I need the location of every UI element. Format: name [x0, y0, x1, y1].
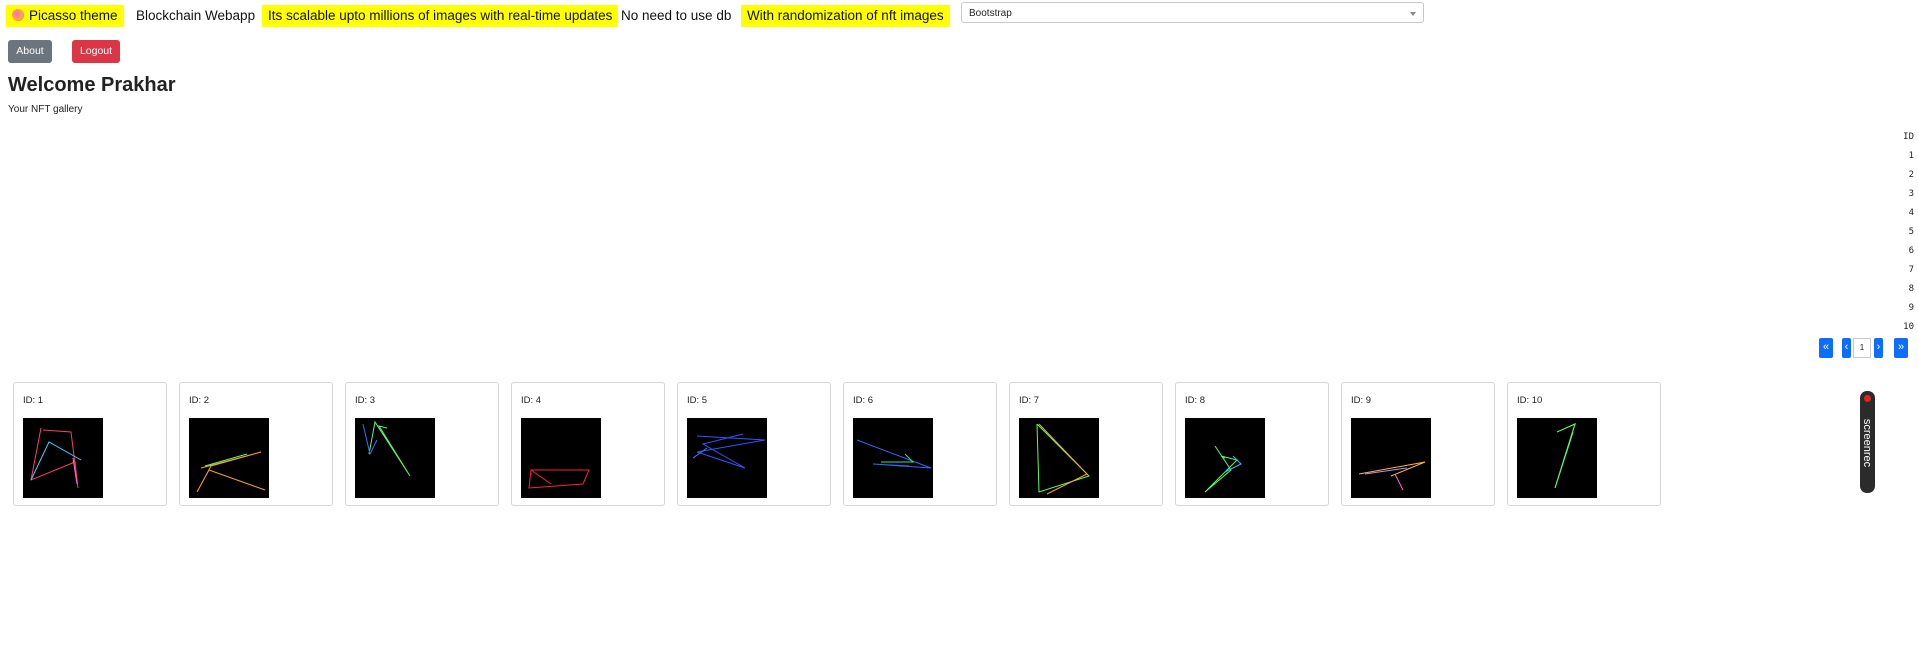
header-item-scalable: Its scalable upto millions of images wit… — [262, 5, 619, 27]
nft-card-id: ID: 9 — [1351, 395, 1372, 406]
nft-card-id: ID: 6 — [853, 395, 874, 406]
nft-image — [1517, 418, 1597, 498]
nft-card[interactable]: ID: 9 — [1341, 382, 1495, 506]
id-cell: 3 — [1908, 189, 1914, 199]
last-page-button[interactable]: » — [1894, 338, 1908, 358]
nft-image — [355, 418, 435, 498]
header-item-randomization: With randomization of nft images — [741, 5, 950, 27]
nft-image — [1185, 418, 1265, 498]
screenrec-brand: screenrec — [1861, 418, 1873, 468]
id-cell: 1 — [1908, 151, 1914, 161]
nft-card[interactable]: ID: 3 — [345, 382, 499, 506]
chevron-down-icon — [1410, 12, 1416, 16]
page-subtitle: Your NFT gallery — [8, 104, 83, 115]
nft-card-id: ID: 8 — [1185, 395, 1206, 406]
prev-page-button[interactable]: ‹ — [1842, 338, 1851, 358]
id-cell: 8 — [1908, 284, 1914, 294]
id-cell: 5 — [1908, 227, 1914, 237]
nft-image — [521, 418, 601, 498]
theme-select-value: Bootstrap — [969, 8, 1012, 19]
id-column: ID 1 2 3 4 5 6 7 8 9 10 — [1888, 128, 1914, 337]
id-cell: 10 — [1903, 322, 1914, 332]
id-cell: 9 — [1908, 303, 1914, 313]
header-item-no-db: No need to use db — [621, 8, 732, 23]
id-cell: 2 — [1908, 170, 1914, 180]
about-button[interactable]: About — [8, 40, 52, 63]
nft-card[interactable]: ID: 8 — [1175, 382, 1329, 506]
theme-select[interactable]: Bootstrap — [961, 2, 1424, 23]
nft-image — [189, 418, 269, 498]
header-item-label: Picasso theme — [29, 8, 118, 23]
record-icon — [1864, 395, 1871, 402]
nft-card[interactable]: ID: 6 — [843, 382, 997, 506]
id-cell: 7 — [1908, 265, 1914, 275]
page-number-input[interactable]: 1 — [1853, 338, 1871, 358]
nft-card-id: ID: 5 — [687, 395, 708, 406]
header-item-blockchain-webapp: Blockchain Webapp — [136, 8, 256, 23]
logout-button[interactable]: Logout — [72, 40, 120, 63]
id-column-header: ID — [1903, 132, 1914, 142]
nft-image — [687, 418, 767, 498]
nft-card[interactable]: ID: 10 — [1507, 382, 1661, 506]
header-item-picasso-theme: Picasso theme — [6, 5, 124, 27]
nft-image — [853, 418, 933, 498]
nft-card-id: ID: 10 — [1517, 395, 1543, 406]
screenrec-watermark: screenrec — [1860, 391, 1875, 493]
nft-card[interactable]: ID: 1 — [13, 382, 167, 506]
top-bar: Picasso theme Blockchain Webapp Its scal… — [0, 0, 1918, 32]
nft-image — [23, 418, 103, 498]
picasso-logo-icon — [12, 9, 24, 21]
nft-card[interactable]: ID: 7 — [1009, 382, 1163, 506]
first-page-button[interactable]: « — [1819, 338, 1833, 358]
nft-card[interactable]: ID: 2 — [179, 382, 333, 506]
nft-card-id: ID: 7 — [1019, 395, 1040, 406]
next-page-button[interactable]: › — [1874, 338, 1883, 358]
nft-card[interactable]: ID: 5 — [677, 382, 831, 506]
nft-card[interactable]: ID: 4 — [511, 382, 665, 506]
nft-image — [1019, 418, 1099, 498]
nft-card-id: ID: 3 — [355, 395, 376, 406]
nft-card-id: ID: 2 — [189, 395, 210, 406]
nft-image — [1351, 418, 1431, 498]
nft-card-id: ID: 4 — [521, 395, 542, 406]
id-cell: 6 — [1908, 246, 1914, 256]
nft-card-id: ID: 1 — [23, 395, 44, 406]
page-title: Welcome Prakhar — [8, 74, 176, 96]
id-cell: 4 — [1908, 208, 1914, 218]
